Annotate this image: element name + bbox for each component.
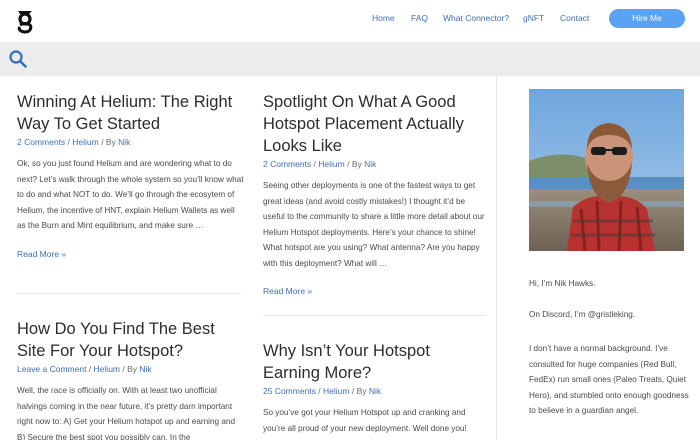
post-excerpt: Ok, so you just found Helium and are won…	[17, 159, 244, 230]
post-author-link[interactable]: Nik	[369, 386, 381, 396]
post-meta: 25 Comments / Helium / By Nik	[263, 386, 382, 396]
hire-me-button[interactable]: Hire Me	[609, 9, 685, 28]
post-card: Spotlight On What A Good Hotspot Placeme…	[263, 91, 485, 296]
post-divider	[17, 293, 241, 294]
post-title[interactable]: Why Isn’t Your Hotspot Earning More?	[263, 340, 485, 384]
post-excerpt: Well, the race is officially on. With at…	[17, 386, 236, 440]
search-bar	[0, 42, 700, 76]
post-comments-link[interactable]: 25 Comments	[263, 386, 316, 396]
post-excerpt: Seeing other deployments is one of the f…	[263, 181, 485, 268]
post-category-link[interactable]: Helium	[72, 137, 98, 147]
search-icon[interactable]	[8, 49, 28, 69]
post-excerpt: So you’ve got your Helium Hotspot up and…	[263, 408, 467, 433]
nav-what-connector[interactable]: What Connector?	[443, 13, 509, 23]
post-category-link[interactable]: Helium	[323, 386, 349, 396]
post-title[interactable]: How Do You Find The Best Site For Your H…	[17, 318, 245, 362]
post-meta: 2 Comments / Helium / By Nik	[263, 159, 377, 169]
post-by-label: By	[127, 364, 138, 374]
post-title[interactable]: Spotlight On What A Good Hotspot Placeme…	[263, 91, 485, 157]
nav-gnft[interactable]: gNFT	[523, 13, 544, 23]
post-category-link[interactable]: Helium	[318, 159, 344, 169]
author-photo	[529, 89, 684, 251]
main-nav: Home FAQ What Connector? gNFT Contact	[0, 13, 700, 29]
nav-home[interactable]: Home	[372, 13, 395, 23]
post-by-label: By	[351, 159, 362, 169]
post-author-link[interactable]: Nik	[118, 137, 130, 147]
post-comments-link[interactable]: Leave a Comment	[17, 364, 86, 374]
post-card: Why Isn’t Your Hotspot Earning More? 25 …	[263, 340, 485, 436]
sidebar-discord: On Discord, I’m @gristleking.	[529, 310, 636, 319]
post-category-link[interactable]: Helium	[94, 364, 120, 374]
post-by-label: By	[356, 386, 367, 396]
sidebar-intro: Hi, I’m Nik Hawks.	[529, 279, 596, 288]
site-header: Home FAQ What Connector? gNFT Contact Hi…	[0, 0, 700, 42]
post-comments-link[interactable]: 2 Comments	[17, 137, 65, 147]
post-meta: 2 Comments / Helium / By Nik	[17, 137, 131, 147]
post-divider	[263, 315, 485, 316]
nav-contact[interactable]: Contact	[560, 13, 589, 23]
read-more-link[interactable]: Read More »	[17, 249, 245, 259]
sidebar-divider	[496, 76, 497, 440]
post-card: Winning At Helium: The Right Way To Get …	[17, 91, 245, 259]
post-comments-link[interactable]: 2 Comments	[263, 159, 311, 169]
post-by-label: By	[105, 137, 116, 147]
nav-faq[interactable]: FAQ	[411, 13, 428, 23]
sidebar-bio: I don’t have a normal background. I’ve c…	[529, 344, 689, 415]
post-title[interactable]: Winning At Helium: The Right Way To Get …	[17, 91, 245, 135]
post-card: How Do You Find The Best Site For Your H…	[17, 318, 245, 440]
post-author-link[interactable]: Nik	[364, 159, 376, 169]
post-author-link[interactable]: Nik	[139, 364, 151, 374]
read-more-link[interactable]: Read More »	[263, 286, 485, 296]
post-meta: Leave a Comment / Helium / By Nik	[17, 364, 152, 374]
